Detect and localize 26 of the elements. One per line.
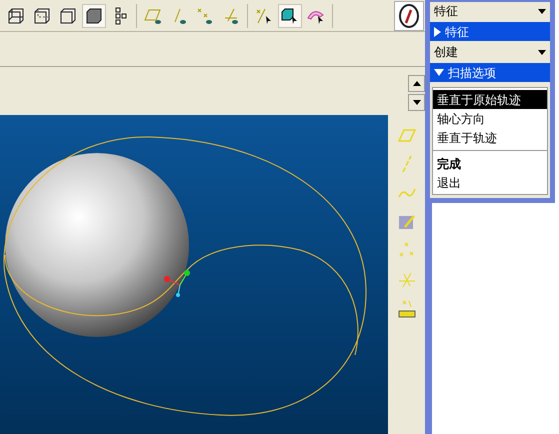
- section-header[interactable]: 扫描选项: [430, 63, 550, 82]
- scroll-down-button[interactable]: [408, 94, 425, 111]
- ruler-icon[interactable]: [396, 298, 416, 318]
- info-icon: [398, 4, 420, 28]
- cube-pointer-icon: [280, 6, 300, 26]
- caret-icon: [538, 8, 546, 14]
- toolbar-button[interactable]: [278, 4, 302, 28]
- axis-triad: [164, 270, 190, 297]
- triangle-down-icon: [434, 69, 444, 76]
- point-display-icon: [195, 6, 215, 26]
- shaded-cube-icon: [84, 6, 104, 26]
- toolbar-button[interactable]: [82, 4, 106, 28]
- scroll-up-button[interactable]: [408, 75, 425, 92]
- menu-command[interactable]: 退出: [433, 173, 547, 192]
- menu-option[interactable]: 轴心方向: [433, 109, 547, 128]
- menu-option[interactable]: 垂直于原始轨迹: [433, 90, 547, 109]
- menu-option[interactable]: 垂直于轨迹: [433, 128, 547, 147]
- triangle-right-icon: [434, 26, 441, 36]
- caret-icon: [412, 100, 420, 105]
- caret-icon: [538, 50, 546, 54]
- section-header[interactable]: 特征: [430, 22, 550, 41]
- up-arrow-icon: [412, 81, 420, 86]
- info-button[interactable]: [394, 0, 424, 30]
- cube-edges-icon: [6, 6, 26, 26]
- menu-command[interactable]: 完成: [433, 154, 547, 173]
- cube-dashed-icon: [32, 6, 52, 26]
